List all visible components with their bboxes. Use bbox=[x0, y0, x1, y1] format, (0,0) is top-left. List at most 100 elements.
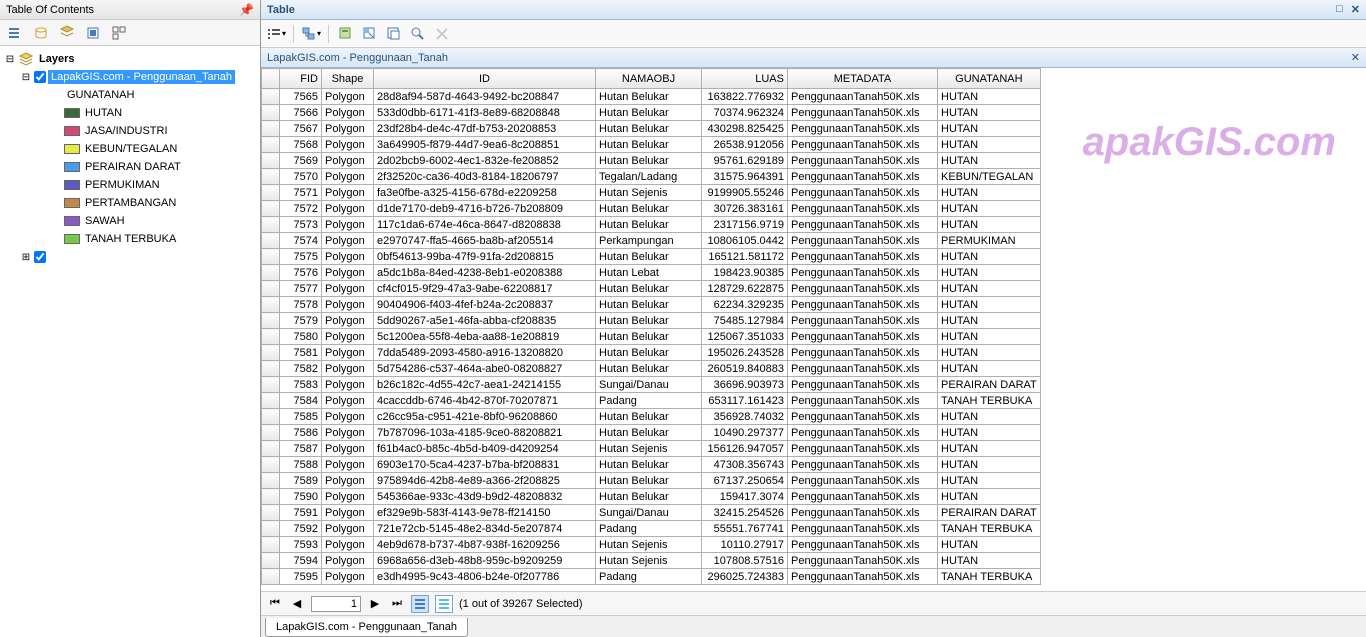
cell-fid[interactable]: 7572 bbox=[280, 201, 322, 217]
show-selected-records-icon[interactable] bbox=[435, 595, 453, 613]
table-row[interactable]: 7581Polygon7dda5489-2093-4580-a916-13208… bbox=[262, 345, 1041, 361]
cell-namaobj[interactable]: Hutan Sejenis bbox=[596, 537, 702, 553]
cell-metadata[interactable]: PenggunaanTanah50K.xls bbox=[788, 217, 938, 233]
list-by-source-icon[interactable] bbox=[30, 23, 52, 43]
table-row[interactable]: 7593Polygon4eb9d678-b737-4b87-938f-16209… bbox=[262, 537, 1041, 553]
cell-shape[interactable]: Polygon bbox=[322, 329, 374, 345]
cell-fid[interactable]: 7590 bbox=[280, 489, 322, 505]
table-row[interactable]: 7575Polygon0bf54613-99ba-47f9-91fa-2d208… bbox=[262, 249, 1041, 265]
cell-namaobj[interactable]: Hutan Belukar bbox=[596, 345, 702, 361]
row-selector[interactable] bbox=[262, 313, 280, 329]
cell-fid[interactable]: 7592 bbox=[280, 521, 322, 537]
table-row[interactable]: 7567Polygon23df28b4-de4c-47df-b753-20208… bbox=[262, 121, 1041, 137]
cell-luas[interactable]: 95761.629189 bbox=[702, 153, 788, 169]
cell-id[interactable]: 2f32520c-ca36-40d3-8184-18206797 bbox=[374, 169, 596, 185]
cell-gunatanah[interactable]: HUTAN bbox=[938, 425, 1041, 441]
cell-fid[interactable]: 7582 bbox=[280, 361, 322, 377]
table-row[interactable]: 7571Polygonfa3e0fbe-a325-4156-678d-e2209… bbox=[262, 185, 1041, 201]
row-selector[interactable] bbox=[262, 217, 280, 233]
cell-namaobj[interactable]: Hutan Belukar bbox=[596, 489, 702, 505]
table-row[interactable]: 7594Polygon6968a656-d3eb-48b8-959c-b9209… bbox=[262, 553, 1041, 569]
cell-shape[interactable]: Polygon bbox=[322, 265, 374, 281]
record-number-input[interactable] bbox=[311, 596, 361, 612]
table-grid[interactable]: FIDShapeIDNAMAOBJLUASMETADATAGUNATANAH 7… bbox=[261, 68, 1366, 591]
cell-shape[interactable]: Polygon bbox=[322, 537, 374, 553]
cell-shape[interactable]: Polygon bbox=[322, 409, 374, 425]
cell-namaobj[interactable]: Hutan Belukar bbox=[596, 457, 702, 473]
cell-gunatanah[interactable]: HUTAN bbox=[938, 457, 1041, 473]
cell-id[interactable]: a5dc1b8a-84ed-4238-8eb1-e0208388 bbox=[374, 265, 596, 281]
row-selector[interactable] bbox=[262, 185, 280, 201]
cell-fid[interactable]: 7571 bbox=[280, 185, 322, 201]
cell-shape[interactable]: Polygon bbox=[322, 89, 374, 105]
cell-luas[interactable]: 260519.840883 bbox=[702, 361, 788, 377]
column-header[interactable]: ID bbox=[374, 69, 596, 89]
layer-visibility-checkbox[interactable] bbox=[34, 251, 46, 263]
cell-id[interactable]: c26cc95a-c951-421e-8bf0-96208860 bbox=[374, 409, 596, 425]
tree-field[interactable]: GUNATANAH bbox=[2, 86, 258, 104]
cell-luas[interactable]: 156126.947057 bbox=[702, 441, 788, 457]
cell-namaobj[interactable]: Hutan Belukar bbox=[596, 153, 702, 169]
cell-fid[interactable]: 7567 bbox=[280, 121, 322, 137]
legend-item[interactable]: PERAIRAN DARAT bbox=[2, 158, 258, 176]
cell-shape[interactable]: Polygon bbox=[322, 297, 374, 313]
cell-metadata[interactable]: PenggunaanTanah50K.xls bbox=[788, 505, 938, 521]
cell-id[interactable]: b26c182c-4d55-42c7-aea1-24214155 bbox=[374, 377, 596, 393]
cell-shape[interactable]: Polygon bbox=[322, 281, 374, 297]
cell-namaobj[interactable]: Hutan Belukar bbox=[596, 201, 702, 217]
row-selector[interactable] bbox=[262, 297, 280, 313]
legend-item[interactable]: HUTAN bbox=[2, 104, 258, 122]
cell-id[interactable]: 23df28b4-de4c-47df-b753-20208853 bbox=[374, 121, 596, 137]
cell-fid[interactable]: 7565 bbox=[280, 89, 322, 105]
cell-luas[interactable]: 26538.912056 bbox=[702, 137, 788, 153]
cell-gunatanah[interactable]: KEBUN/TEGALAN bbox=[938, 169, 1041, 185]
cell-metadata[interactable]: PenggunaanTanah50K.xls bbox=[788, 153, 938, 169]
row-selector[interactable] bbox=[262, 105, 280, 121]
table-row[interactable]: 7565Polygon28d8af94-587d-4643-9492-bc208… bbox=[262, 89, 1041, 105]
cell-fid[interactable]: 7576 bbox=[280, 265, 322, 281]
cell-id[interactable]: 545366ae-933c-43d9-b9d2-48208832 bbox=[374, 489, 596, 505]
cell-id[interactable]: cf4cf015-9f29-47a3-9abe-62208817 bbox=[374, 281, 596, 297]
cell-metadata[interactable]: PenggunaanTanah50K.xls bbox=[788, 345, 938, 361]
cell-gunatanah[interactable]: HUTAN bbox=[938, 121, 1041, 137]
legend-item[interactable]: SAWAH bbox=[2, 212, 258, 230]
cell-metadata[interactable]: PenggunaanTanah50K.xls bbox=[788, 201, 938, 217]
pin-icon[interactable]: 📌 bbox=[239, 3, 254, 17]
cell-id[interactable]: 117c1da6-674e-46ca-8647-d8208838 bbox=[374, 217, 596, 233]
cell-id[interactable]: 2d02bcb9-6002-4ec1-832e-fe208852 bbox=[374, 153, 596, 169]
cell-id[interactable]: 5d754286-c537-464a-abe0-08208827 bbox=[374, 361, 596, 377]
row-selector[interactable] bbox=[262, 169, 280, 185]
cell-shape[interactable]: Polygon bbox=[322, 121, 374, 137]
cell-metadata[interactable]: PenggunaanTanah50K.xls bbox=[788, 137, 938, 153]
cell-gunatanah[interactable]: HUTAN bbox=[938, 249, 1041, 265]
cell-id[interactable]: 28d8af94-587d-4643-9492-bc208847 bbox=[374, 89, 596, 105]
cell-luas[interactable]: 356928.74032 bbox=[702, 409, 788, 425]
cell-luas[interactable]: 107808.57516 bbox=[702, 553, 788, 569]
cell-luas[interactable]: 30726.383161 bbox=[702, 201, 788, 217]
row-selector[interactable] bbox=[262, 137, 280, 153]
close-icon[interactable]: ✕ bbox=[1351, 3, 1360, 16]
cell-metadata[interactable]: PenggunaanTanah50K.xls bbox=[788, 233, 938, 249]
cell-id[interactable]: 90404906-f403-4fef-b24a-2c208837 bbox=[374, 297, 596, 313]
table-row[interactable]: 7588Polygon6903e170-5ca4-4237-b7ba-bf208… bbox=[262, 457, 1041, 473]
table-row[interactable]: 7585Polygonc26cc95a-c951-421e-8bf0-96208… bbox=[262, 409, 1041, 425]
maximize-icon[interactable]: □ bbox=[1336, 3, 1343, 16]
row-selector[interactable] bbox=[262, 201, 280, 217]
toc-tree[interactable]: ⊟ Layers ⊟ LapakGIS.com - Penggunaan_Tan… bbox=[0, 46, 260, 637]
table-row[interactable]: 7569Polygon2d02bcb9-6002-4ec1-832e-fe208… bbox=[262, 153, 1041, 169]
cell-namaobj[interactable]: Padang bbox=[596, 569, 702, 585]
cell-gunatanah[interactable]: HUTAN bbox=[938, 281, 1041, 297]
cell-luas[interactable]: 430298.825425 bbox=[702, 121, 788, 137]
cell-fid[interactable]: 7577 bbox=[280, 281, 322, 297]
row-selector[interactable] bbox=[262, 393, 280, 409]
cell-luas[interactable]: 296025.724383 bbox=[702, 569, 788, 585]
table-tab[interactable]: LapakGIS.com - Penggunaan_Tanah bbox=[265, 618, 468, 637]
cell-gunatanah[interactable]: HUTAN bbox=[938, 201, 1041, 217]
row-selector[interactable] bbox=[262, 489, 280, 505]
options-icon[interactable] bbox=[108, 23, 130, 43]
cell-fid[interactable]: 7595 bbox=[280, 569, 322, 585]
cell-luas[interactable]: 10110.27917 bbox=[702, 537, 788, 553]
cell-metadata[interactable]: PenggunaanTanah50K.xls bbox=[788, 329, 938, 345]
cell-shape[interactable]: Polygon bbox=[322, 185, 374, 201]
row-selector[interactable] bbox=[262, 521, 280, 537]
